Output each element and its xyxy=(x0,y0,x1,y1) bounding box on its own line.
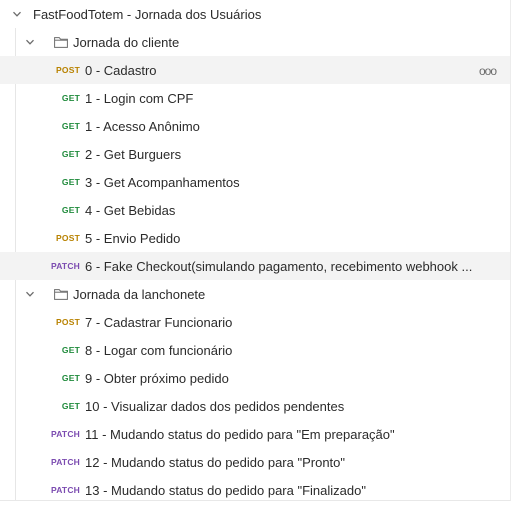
more-options-icon[interactable]: ooo xyxy=(479,64,497,78)
method-badge: GET xyxy=(61,93,80,103)
folder-icon xyxy=(54,36,68,48)
request-name: 7 - Cadastrar Funcionario xyxy=(85,314,233,330)
method-badge: PATCH xyxy=(50,261,80,271)
request-name: 8 - Logar com funcionário xyxy=(85,342,233,358)
request-row[interactable]: PATCH 6 - Fake Checkout(simulando pagame… xyxy=(0,252,510,280)
method-badge: POST xyxy=(56,233,80,243)
request-row[interactable]: GET 2 - Get Burguers xyxy=(0,140,510,168)
folder-row-cliente[interactable]: Jornada do cliente xyxy=(0,28,510,56)
method-badge: GET xyxy=(61,373,80,383)
request-row[interactable]: GET 1 - Login com CPF xyxy=(0,84,510,112)
method-badge: PATCH xyxy=(50,485,80,495)
folder-row-lanchonete[interactable]: Jornada da lanchonete xyxy=(0,280,510,308)
request-row[interactable]: PATCH 11 - Mudando status do pedido para… xyxy=(0,420,510,448)
request-name: 13 - Mudando status do pedido para "Fina… xyxy=(85,482,366,498)
request-row[interactable]: GET 1 - Acesso Anônimo xyxy=(0,112,510,140)
request-name: 0 - Cadastro xyxy=(85,62,157,78)
request-row[interactable]: POST 7 - Cadastrar Funcionario xyxy=(0,308,510,336)
request-name: 9 - Obter próximo pedido xyxy=(85,370,229,386)
method-badge: GET xyxy=(61,177,80,187)
request-row[interactable]: GET 9 - Obter próximo pedido xyxy=(0,364,510,392)
request-row[interactable]: PATCH 13 - Mudando status do pedido para… xyxy=(0,476,510,504)
folder-name: Jornada da lanchonete xyxy=(73,286,206,302)
request-name: 10 - Visualizar dados dos pedidos penden… xyxy=(85,398,345,414)
request-name: 12 - Mudando status do pedido para "Pron… xyxy=(85,454,346,470)
method-badge: POST xyxy=(56,317,80,327)
method-badge: GET xyxy=(61,149,80,159)
request-row[interactable]: GET 4 - Get Bebidas xyxy=(0,196,510,224)
method-badge: PATCH xyxy=(50,429,80,439)
folder-name: Jornada do cliente xyxy=(73,34,180,50)
method-badge: POST xyxy=(56,65,80,75)
request-name: 6 - Fake Checkout(simulando pagamento, r… xyxy=(85,258,473,274)
request-row[interactable]: GET 3 - Get Acompanhamentos xyxy=(0,168,510,196)
collection-tree: FastFoodTotem - Jornada dos Usuários Jor… xyxy=(0,0,511,501)
collection-row[interactable]: FastFoodTotem - Jornada dos Usuários xyxy=(0,0,510,28)
chevron-down-icon[interactable] xyxy=(24,288,36,300)
method-badge: GET xyxy=(61,121,80,131)
method-badge: GET xyxy=(61,345,80,355)
method-badge: GET xyxy=(61,205,80,215)
folder-icon xyxy=(54,288,68,300)
request-name: 5 - Envio Pedido xyxy=(85,230,181,246)
request-row[interactable]: POST 0 - Cadastro ooo xyxy=(0,56,510,84)
chevron-down-icon[interactable] xyxy=(11,8,23,20)
request-row[interactable]: GET 8 - Logar com funcionário xyxy=(0,336,510,364)
method-badge: GET xyxy=(61,401,80,411)
method-badge: PATCH xyxy=(50,457,80,467)
request-row[interactable]: PATCH 12 - Mudando status do pedido para… xyxy=(0,448,510,476)
request-name: 2 - Get Burguers xyxy=(85,146,182,162)
request-name: 11 - Mudando status do pedido para "Em p… xyxy=(85,426,395,442)
request-name: 1 - Login com CPF xyxy=(85,90,194,106)
request-name: 1 - Acesso Anônimo xyxy=(85,118,200,134)
request-name: 3 - Get Acompanhamentos xyxy=(85,174,240,190)
request-row[interactable]: POST 5 - Envio Pedido xyxy=(0,224,510,252)
request-row[interactable]: GET 10 - Visualizar dados dos pedidos pe… xyxy=(0,392,510,420)
collection-title: FastFoodTotem - Jornada dos Usuários xyxy=(33,6,262,22)
chevron-down-icon[interactable] xyxy=(24,36,36,48)
request-name: 4 - Get Bebidas xyxy=(85,202,176,218)
